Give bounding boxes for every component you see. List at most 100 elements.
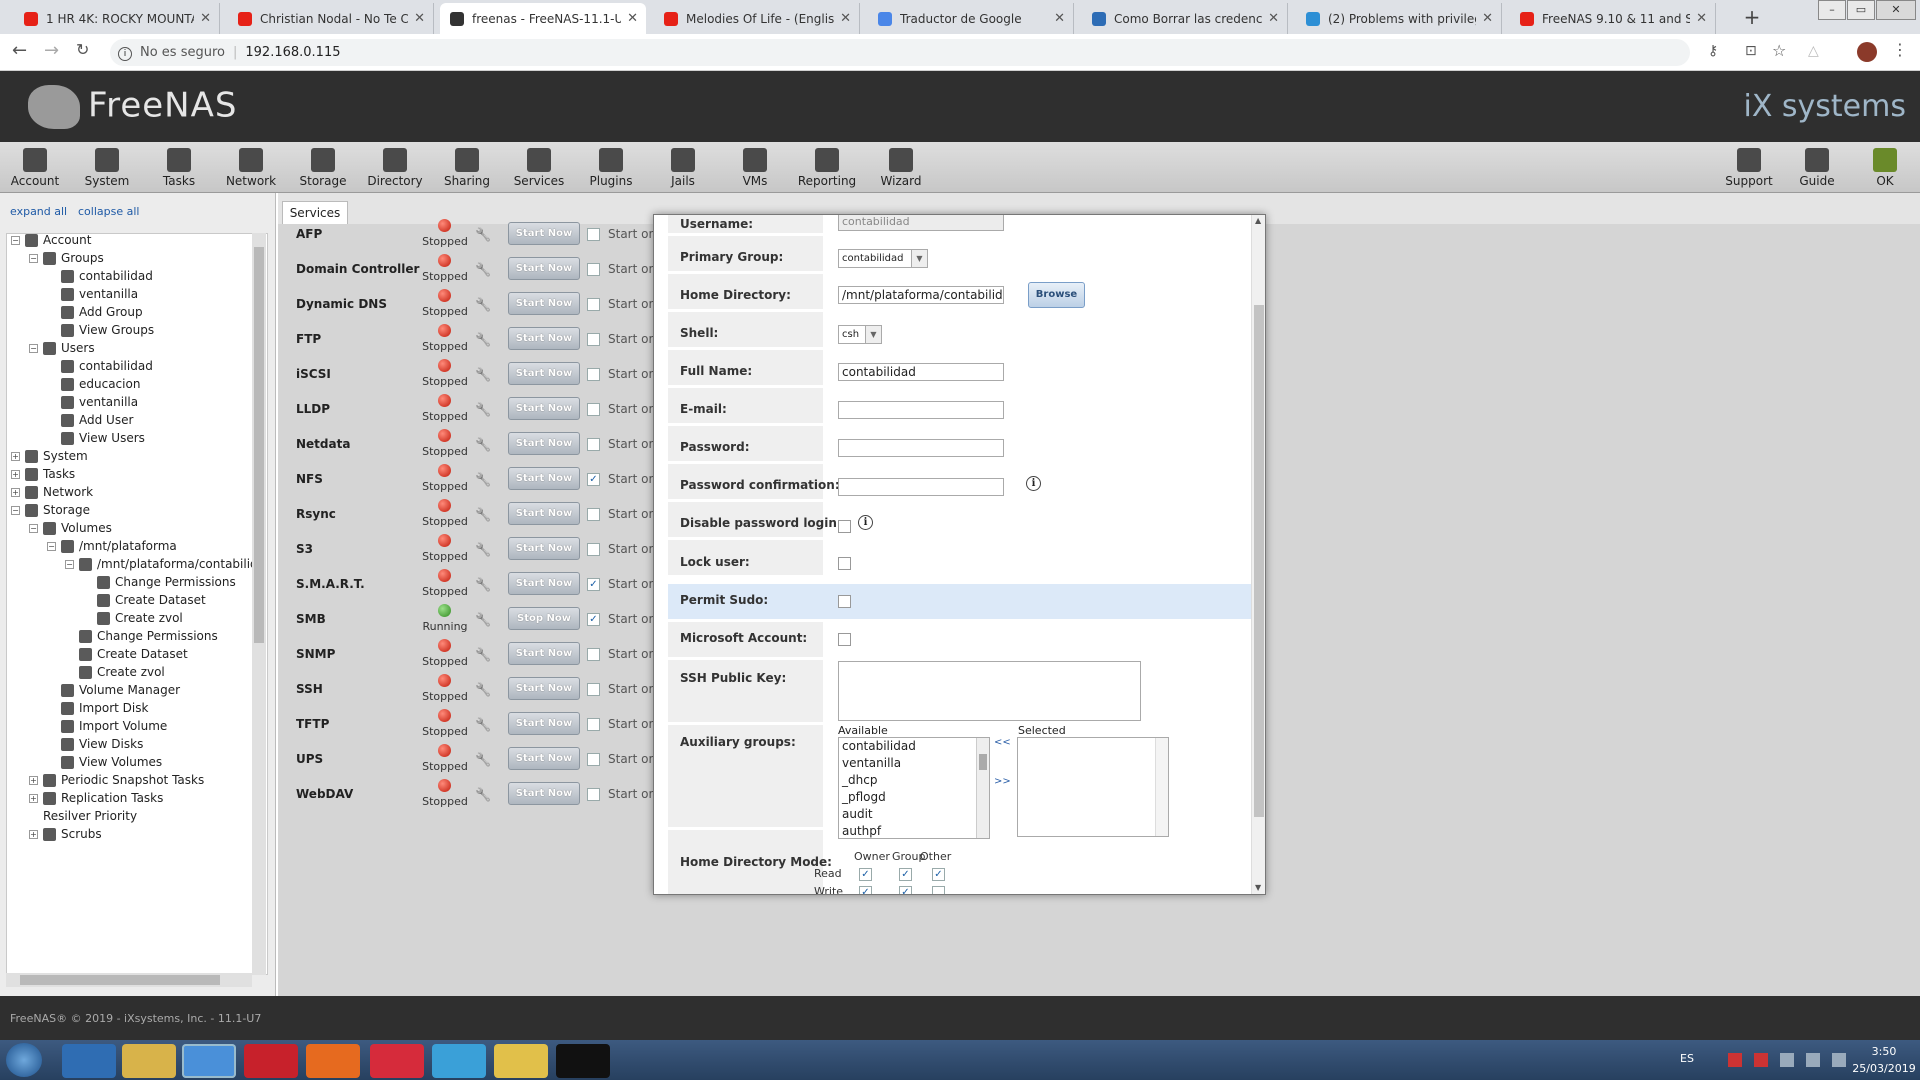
- translate-icon[interactable]: ⊡: [1745, 43, 1757, 59]
- freenas-logo[interactable]: FreeNAS: [28, 85, 237, 129]
- mode-checkbox[interactable]: ✓: [932, 868, 945, 881]
- tree-item[interactable]: Resilver Priority: [29, 809, 137, 823]
- mode-checkbox[interactable]: ✓: [859, 886, 872, 894]
- wrench-icon[interactable]: 🔧: [475, 403, 491, 418]
- browser-tab[interactable]: 1 HR 4K: ROCKY MOUNTAIN ✕: [14, 3, 220, 34]
- start-now-button[interactable]: Start Now: [508, 397, 580, 420]
- terminal-taskbar-icon[interactable]: [556, 1044, 610, 1078]
- tree-vertical-scrollbar[interactable]: [252, 233, 266, 975]
- move-left-button[interactable]: <<: [994, 737, 1011, 748]
- close-tab-icon[interactable]: ✕: [1054, 11, 1065, 26]
- list-item[interactable]: _pflogd: [839, 789, 989, 806]
- tree-item[interactable]: Change Permissions: [83, 575, 236, 589]
- primary-group-select[interactable]: contabilidad ▼: [838, 249, 928, 268]
- start-now-button[interactable]: Start Now: [508, 327, 580, 350]
- browse-button[interactable]: Browse: [1028, 282, 1085, 308]
- close-tab-icon[interactable]: ✕: [627, 11, 638, 26]
- expander-icon[interactable]: −: [29, 253, 38, 263]
- start-now-button[interactable]: Start Now: [508, 642, 580, 665]
- tree-item[interactable]: − Storage: [11, 503, 90, 517]
- expander-icon[interactable]: +: [11, 451, 20, 461]
- username-field[interactable]: contabilidad: [838, 215, 1004, 231]
- tray-icon[interactable]: [1780, 1053, 1794, 1067]
- selected-groups-list[interactable]: [1017, 737, 1169, 837]
- expander-icon[interactable]: −: [29, 523, 38, 533]
- volume-icon[interactable]: [1832, 1053, 1846, 1067]
- tree-item[interactable]: View Disks: [47, 737, 143, 751]
- start-on-boot-checkbox[interactable]: [587, 298, 600, 311]
- new-tab-button[interactable]: +: [1740, 6, 1764, 30]
- start-on-boot-checkbox[interactable]: [587, 718, 600, 731]
- toolbar-ok[interactable]: OK: [1852, 144, 1918, 188]
- permit-sudo-checkbox[interactable]: [838, 595, 851, 608]
- start-now-button[interactable]: Start Now: [508, 362, 580, 385]
- start-on-boot-checkbox[interactable]: [587, 368, 600, 381]
- chrome-taskbar-icon[interactable]: [182, 1044, 236, 1078]
- network-icon[interactable]: [1806, 1053, 1820, 1067]
- close-tab-icon[interactable]: ✕: [200, 11, 211, 26]
- wrench-icon[interactable]: 🔧: [475, 648, 491, 663]
- start-on-boot-checkbox[interactable]: ✓: [587, 578, 600, 591]
- start-on-boot-checkbox[interactable]: ✓: [587, 473, 600, 486]
- browser-tab[interactable]: (2) Problems with privileges ✕: [1296, 3, 1502, 34]
- wrench-icon[interactable]: 🔧: [475, 683, 491, 698]
- wrench-icon[interactable]: 🔧: [475, 543, 491, 558]
- list-item[interactable]: _dhcp: [839, 772, 989, 789]
- start-now-button[interactable]: Start Now: [508, 257, 580, 280]
- expander-icon[interactable]: −: [11, 505, 20, 515]
- tree-item[interactable]: Import Volume: [47, 719, 167, 733]
- tree-item[interactable]: ventanilla: [47, 395, 138, 409]
- list-scrollbar[interactable]: [976, 738, 989, 838]
- tree-item[interactable]: + System: [11, 449, 88, 463]
- scroll-up-icon[interactable]: ▲: [1255, 216, 1261, 225]
- app2-taskbar-icon[interactable]: [494, 1044, 548, 1078]
- tree-item[interactable]: Create zvol: [83, 611, 183, 625]
- close-tab-icon[interactable]: ✕: [1482, 11, 1493, 26]
- browser-tab[interactable]: freenas - FreeNAS-11.1-U7 (✕: [440, 3, 646, 34]
- mode-checkbox[interactable]: ✓: [899, 868, 912, 881]
- start-on-boot-checkbox[interactable]: [587, 228, 600, 241]
- stop-now-button[interactable]: Stop Now: [508, 607, 580, 630]
- wrench-icon[interactable]: 🔧: [475, 613, 491, 628]
- close-tab-icon[interactable]: ✕: [1696, 11, 1707, 26]
- tree-item[interactable]: Change Permissions: [65, 629, 218, 643]
- email-field[interactable]: [838, 401, 1004, 419]
- minimize-button[interactable]: –: [1818, 0, 1846, 20]
- start-now-button[interactable]: Start Now: [508, 712, 580, 735]
- tree-item[interactable]: ventanilla: [47, 287, 138, 301]
- tree-item[interactable]: − Groups: [29, 251, 104, 265]
- info-icon[interactable]: i: [858, 515, 873, 530]
- tree-item[interactable]: Create Dataset: [65, 647, 188, 661]
- tree-item[interactable]: Create zvol: [65, 665, 165, 679]
- wrench-icon[interactable]: 🔧: [475, 333, 491, 348]
- wrench-icon[interactable]: 🔧: [475, 473, 491, 488]
- scroll-down-icon[interactable]: ▼: [1255, 883, 1261, 892]
- expander-icon[interactable]: +: [29, 829, 38, 839]
- expander-icon[interactable]: −: [29, 343, 38, 353]
- forward-icon[interactable]: →: [44, 40, 59, 61]
- start-now-button[interactable]: Start Now: [508, 782, 580, 805]
- tray-icon[interactable]: [1754, 1053, 1768, 1067]
- toolbar-vms[interactable]: VMs: [722, 144, 788, 188]
- tree-item[interactable]: View Users: [47, 431, 145, 445]
- expand-all-link[interactable]: expand all: [10, 205, 67, 218]
- start-now-button[interactable]: Start Now: [508, 747, 580, 770]
- tree-item[interactable]: View Groups: [47, 323, 154, 337]
- shell-select[interactable]: csh ▼: [838, 325, 882, 344]
- firefox-taskbar-icon[interactable]: [306, 1044, 360, 1078]
- tree-horizontal-scrollbar[interactable]: [6, 973, 252, 987]
- tray-icon[interactable]: [1728, 1053, 1742, 1067]
- toolbar-jails[interactable]: Jails: [650, 144, 716, 188]
- start-on-boot-checkbox[interactable]: [587, 333, 600, 346]
- tree-item[interactable]: + Periodic Snapshot Tasks: [29, 773, 204, 787]
- list-item[interactable]: authpf: [839, 823, 989, 838]
- tree-item[interactable]: + Tasks: [11, 467, 75, 481]
- toolbar-system[interactable]: System: [74, 144, 140, 188]
- start-now-button[interactable]: Start Now: [508, 292, 580, 315]
- tree-item[interactable]: Create Dataset: [83, 593, 206, 607]
- opera-taskbar-icon[interactable]: [244, 1044, 298, 1078]
- available-groups-list[interactable]: contabilidad ventanilla _dhcp _pflogd audit a…: [838, 737, 990, 839]
- home-directory-field[interactable]: /mnt/plataforma/contabilidad: [838, 286, 1004, 304]
- vivaldi-taskbar-icon[interactable]: [370, 1044, 424, 1078]
- start-now-button[interactable]: Start Now: [508, 572, 580, 595]
